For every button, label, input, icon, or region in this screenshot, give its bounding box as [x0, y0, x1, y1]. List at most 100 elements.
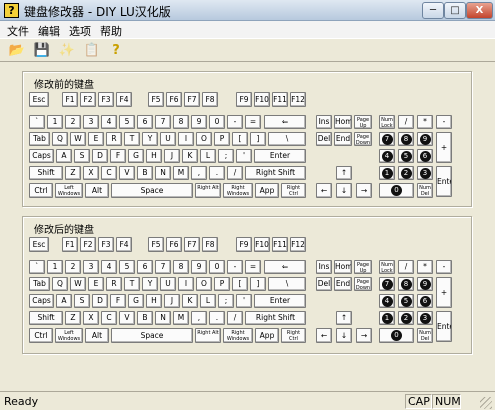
before-key-56[interactable]: X	[83, 166, 99, 180]
after-key-67[interactable]: Left Windows	[55, 328, 83, 343]
copy-icon[interactable]: 📋	[83, 42, 101, 59]
after-key-60[interactable]: N	[155, 311, 171, 325]
after-key-97[interactable]: 3	[417, 311, 433, 325]
after-key-79[interactable]: Page Down	[354, 277, 372, 291]
after-key-30[interactable]: E	[88, 277, 104, 291]
after-key-74[interactable]: Ins	[316, 260, 332, 274]
before-key-94[interactable]: 6	[417, 149, 433, 163]
before-key-20[interactable]: 7	[155, 115, 171, 129]
minimize-button[interactable]: ─	[422, 2, 444, 19]
after-key-82[interactable]: ↓	[336, 328, 352, 343]
after-key-62[interactable]: ,	[191, 311, 207, 325]
after-key-81[interactable]: ←	[316, 328, 332, 343]
before-key-38[interactable]: [	[232, 132, 248, 146]
before-key-100[interactable]: Num Del	[417, 183, 433, 198]
before-key-61[interactable]: M	[173, 166, 189, 180]
before-key-4[interactable]: F4	[116, 92, 132, 107]
before-key-65[interactable]: Right Shift	[245, 166, 306, 180]
open-icon[interactable]: 📂	[8, 42, 26, 59]
before-key-26[interactable]: ⇐	[264, 115, 306, 129]
before-key-6[interactable]: F6	[166, 92, 182, 107]
after-key-93[interactable]: 5	[398, 294, 414, 308]
after-key-73[interactable]: Right Ctrl	[281, 328, 306, 343]
before-key-90[interactable]: 9	[417, 132, 433, 146]
after-key-27[interactable]: Tab	[29, 277, 50, 291]
before-key-54[interactable]: Shift	[29, 166, 63, 180]
before-key-25[interactable]: =	[245, 115, 261, 129]
before-key-39[interactable]: ]	[250, 132, 266, 146]
before-key-91[interactable]: +	[436, 132, 452, 163]
before-key-76[interactable]: Page Up	[354, 115, 372, 129]
before-key-37[interactable]: P	[214, 132, 230, 146]
resize-grip-icon[interactable]	[480, 397, 492, 409]
before-key-24[interactable]: -	[227, 115, 243, 129]
after-key-39[interactable]: ]	[250, 277, 266, 291]
after-key-83[interactable]: →	[356, 328, 372, 343]
before-key-22[interactable]: 9	[191, 115, 207, 129]
before-key-13[interactable]: `	[29, 115, 45, 129]
after-key-47[interactable]: H	[146, 294, 162, 308]
before-key-52[interactable]: '	[236, 149, 252, 163]
after-key-92[interactable]: 4	[379, 294, 395, 308]
before-key-89[interactable]: 8	[398, 132, 414, 146]
menu-edit[interactable]: 编辑	[38, 23, 60, 39]
before-key-45[interactable]: F	[110, 149, 126, 163]
maximize-button[interactable]: □	[444, 2, 466, 19]
before-key-96[interactable]: 2	[398, 166, 414, 180]
before-key-83[interactable]: →	[356, 183, 372, 198]
before-key-66[interactable]: Ctrl	[29, 183, 53, 198]
before-key-11[interactable]: F11	[272, 92, 288, 107]
before-key-10[interactable]: F10	[254, 92, 270, 107]
before-key-71[interactable]: Right Windows	[223, 183, 253, 198]
after-key-86[interactable]: *	[417, 260, 433, 274]
after-key-55[interactable]: Z	[65, 311, 81, 325]
before-key-3[interactable]: F3	[98, 92, 114, 107]
before-key-2[interactable]: F2	[80, 92, 96, 107]
before-key-85[interactable]: /	[398, 115, 414, 129]
before-key-74[interactable]: Ins	[316, 115, 332, 129]
before-key-17[interactable]: 4	[101, 115, 117, 129]
before-key-58[interactable]: V	[119, 166, 135, 180]
after-key-89[interactable]: 8	[398, 277, 414, 291]
before-key-64[interactable]: /	[227, 166, 243, 180]
after-key-63[interactable]: .	[209, 311, 225, 325]
before-key-63[interactable]: .	[209, 166, 225, 180]
before-key-23[interactable]: 0	[209, 115, 225, 129]
before-key-59[interactable]: B	[137, 166, 153, 180]
before-key-62[interactable]: ,	[191, 166, 207, 180]
after-key-59[interactable]: B	[137, 311, 153, 325]
after-key-34[interactable]: U	[160, 277, 176, 291]
before-key-36[interactable]: O	[196, 132, 212, 146]
before-key-82[interactable]: ↓	[336, 183, 352, 198]
magic-icon[interactable]: ✨	[58, 42, 76, 59]
after-key-56[interactable]: X	[83, 311, 99, 325]
after-key-20[interactable]: 7	[155, 260, 171, 274]
after-key-57[interactable]: C	[101, 311, 117, 325]
after-key-50[interactable]: L	[200, 294, 216, 308]
before-key-97[interactable]: 3	[417, 166, 433, 180]
after-key-94[interactable]: 6	[417, 294, 433, 308]
before-key-27[interactable]: Tab	[29, 132, 50, 146]
after-key-95[interactable]: 1	[379, 311, 395, 325]
before-key-34[interactable]: U	[160, 132, 176, 146]
before-key-50[interactable]: L	[200, 149, 216, 163]
after-key-25[interactable]: =	[245, 260, 261, 274]
before-key-43[interactable]: S	[74, 149, 90, 163]
before-key-19[interactable]: 6	[137, 115, 153, 129]
after-key-45[interactable]: F	[110, 294, 126, 308]
after-key-75[interactable]: Home	[334, 260, 352, 274]
before-key-30[interactable]: E	[88, 132, 104, 146]
before-key-87[interactable]: -	[436, 115, 452, 129]
after-key-33[interactable]: Y	[142, 277, 158, 291]
after-key-64[interactable]: /	[227, 311, 243, 325]
after-key-42[interactable]: A	[56, 294, 72, 308]
title-bar[interactable]: ? 键盘修改器 - DIY LU汉化版 ─ □ X	[0, 0, 495, 21]
before-key-49[interactable]: K	[182, 149, 198, 163]
after-key-17[interactable]: 4	[101, 260, 117, 274]
after-key-21[interactable]: 8	[173, 260, 189, 274]
before-key-73[interactable]: Right Ctrl	[281, 183, 306, 198]
before-key-92[interactable]: 4	[379, 149, 395, 163]
after-key-29[interactable]: W	[70, 277, 86, 291]
after-key-43[interactable]: S	[74, 294, 90, 308]
menu-file[interactable]: 文件	[7, 23, 29, 39]
